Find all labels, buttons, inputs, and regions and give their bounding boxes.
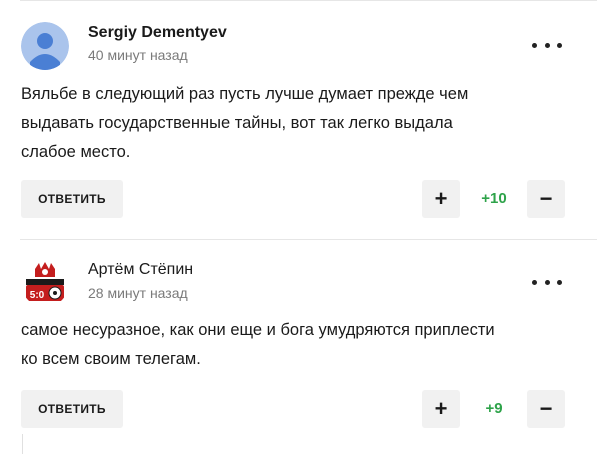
comment-text-line: Вяльбе в следующий раз пусть лучше думае… <box>21 85 469 103</box>
more-options-icon[interactable] <box>532 35 562 55</box>
reply-button[interactable]: ОТВЕТИТЬ <box>21 180 123 218</box>
upvote-button[interactable]: + <box>422 390 460 428</box>
avatar-score-text: 5:0 <box>30 290 45 301</box>
comment-text-line: ко всем своим телегам. <box>21 350 201 368</box>
comment-time: 28 минут назад <box>88 285 188 301</box>
thread-line <box>22 434 23 454</box>
comment-text: Вяльбе в следующий раз пусть лучше думае… <box>21 80 551 167</box>
top-divider <box>20 0 597 1</box>
vote-score: +9 <box>485 400 503 417</box>
upvote-button[interactable]: + <box>422 180 460 218</box>
downvote-button[interactable]: − <box>527 180 565 218</box>
comment-text: самое несуразное, как они еще и бога уму… <box>21 316 551 374</box>
default-user-icon <box>21 22 69 70</box>
comment-text-line: самое несуразное, как они еще и бога уму… <box>21 321 495 339</box>
avatar[interactable]: 5:0 <box>21 259 69 307</box>
comment-time: 40 минут назад <box>88 47 188 63</box>
comment-divider <box>20 239 597 240</box>
comment-text-line: выдавать государственные тайны, вот так … <box>21 114 453 132</box>
vote-score: +10 <box>481 190 507 207</box>
more-options-icon[interactable] <box>532 272 562 292</box>
downvote-button[interactable]: − <box>527 390 565 428</box>
comment-text-line: слабое место. <box>21 143 131 161</box>
author-name[interactable]: Артём Стёпин <box>88 261 193 279</box>
reply-button[interactable]: ОТВЕТИТЬ <box>21 390 123 428</box>
author-name[interactable]: Sergiy Dementyev <box>88 24 227 42</box>
avatar[interactable] <box>21 22 69 70</box>
football-score-avatar-icon: 5:0 <box>21 259 69 307</box>
